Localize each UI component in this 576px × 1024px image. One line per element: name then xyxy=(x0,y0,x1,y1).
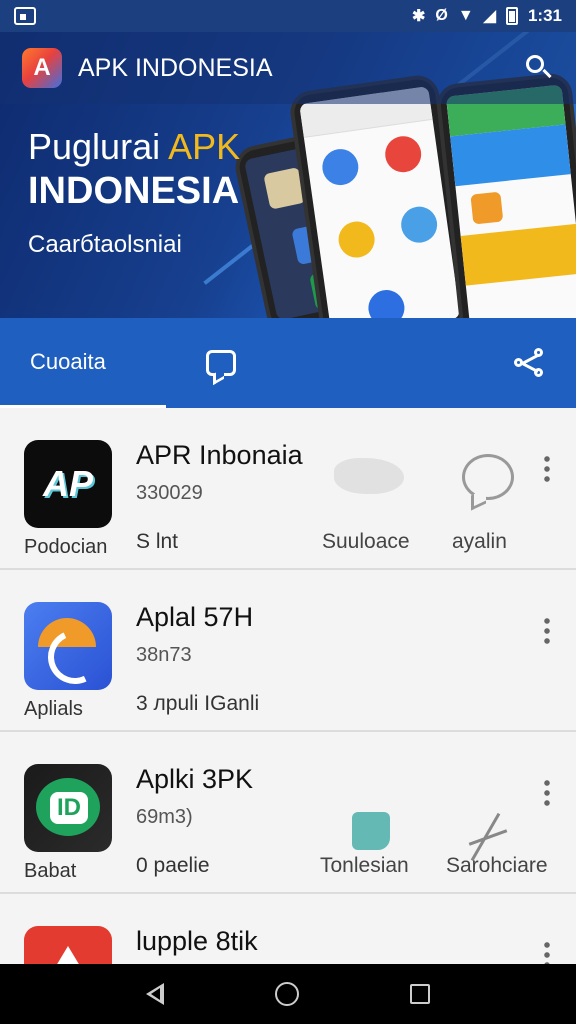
share-icon[interactable] xyxy=(514,348,546,378)
tab-active[interactable]: Cuoaita xyxy=(0,318,166,408)
app-info: S lnt xyxy=(136,530,179,553)
pin-icon[interactable] xyxy=(464,810,510,862)
app-subtitle: 330029 xyxy=(136,482,203,504)
more-vert-icon[interactable] xyxy=(544,778,550,806)
home-icon[interactable] xyxy=(274,982,299,1006)
chat-icon[interactable] xyxy=(206,350,236,376)
more-vert-icon[interactable] xyxy=(544,454,550,482)
more-vert-icon[interactable] xyxy=(544,940,550,964)
app-title[interactable]: Aplal 57H xyxy=(136,602,253,633)
app-caption: Babat xyxy=(24,860,77,882)
banner: APK INDONESIA Puglurai APK INDONESIA Caa… xyxy=(0,32,576,318)
app-title[interactable]: APR Inbonaia xyxy=(136,440,303,471)
battery-icon xyxy=(505,7,518,25)
tab-bar: Cuoaita xyxy=(0,318,576,408)
app-action-label[interactable]: Sarohciare xyxy=(446,854,548,878)
system-nav-bar xyxy=(0,964,576,1024)
app-icon[interactable] xyxy=(24,926,112,964)
app-list: Podocian APR Inbonaia 330029 S lnt Suulo… xyxy=(0,408,576,964)
more-vert-icon[interactable] xyxy=(544,616,550,644)
promo-title: INDONESIA xyxy=(28,170,240,212)
phone-illustration xyxy=(434,71,576,318)
app-icon[interactable] xyxy=(24,440,112,528)
app-subtitle: 38n73 xyxy=(136,644,192,666)
comment-icon[interactable] xyxy=(462,454,514,500)
list-item[interactable]: Aplials Aplal 57H 38n73 3 лpuli IGanli xyxy=(0,570,576,732)
search-icon[interactable] xyxy=(524,53,554,83)
promo-subtitle: Caarбtaolsniai xyxy=(28,231,182,258)
app-title: APK INDONESIA xyxy=(78,53,273,82)
app-bar: APK INDONESIA xyxy=(0,32,576,104)
bluetooth-icon: ✱ xyxy=(411,8,426,25)
signal-icon: ◢ xyxy=(483,8,496,25)
app-info: 3 лpuli IGanli xyxy=(136,692,260,715)
app-icon[interactable] xyxy=(24,602,112,690)
app-caption: Aplials xyxy=(24,698,83,720)
promo-accent: APK xyxy=(168,126,241,167)
app-icon[interactable] xyxy=(24,764,112,852)
app-meta-label: Suuloace xyxy=(322,530,410,553)
apk-indonesia-logo-icon xyxy=(22,48,62,88)
back-icon[interactable] xyxy=(145,983,164,1005)
list-item[interactable]: lupple 8tik xyxy=(0,894,576,964)
status-bar: ✱ Ø ▼ ◢ 1:31 xyxy=(0,0,576,32)
app-action-label[interactable]: ayalin xyxy=(452,530,507,554)
decorative-image xyxy=(334,458,404,494)
app-subtitle: 69m3) xyxy=(136,806,193,828)
app-info: 0 paelie xyxy=(136,854,210,877)
app-title[interactable]: lupple 8tik xyxy=(136,926,258,957)
wifi-icon: ▼ xyxy=(457,7,474,24)
recent-apps-icon[interactable] xyxy=(410,984,431,1004)
app-title[interactable]: Aplki 3PK xyxy=(136,764,253,795)
promo-text: Puglurai APK INDONESIA Caarбtaolsniai xyxy=(28,126,328,259)
app-caption: Podocian xyxy=(24,536,108,558)
app-meta-label: Tonlesian xyxy=(320,854,409,877)
list-item[interactable]: Podocian APR Inbonaia 330029 S lnt Suulo… xyxy=(0,408,576,570)
nfc-icon: Ø xyxy=(435,7,448,24)
screenshot-notification-icon xyxy=(14,7,36,25)
bookmark-icon[interactable] xyxy=(352,812,390,850)
promo-headline: Puglurai APK xyxy=(28,126,241,167)
status-time: 1:31 xyxy=(527,6,562,25)
list-item[interactable]: Babat Aplki 3PK 69m3) 0 paelie Tonlesian… xyxy=(0,732,576,894)
